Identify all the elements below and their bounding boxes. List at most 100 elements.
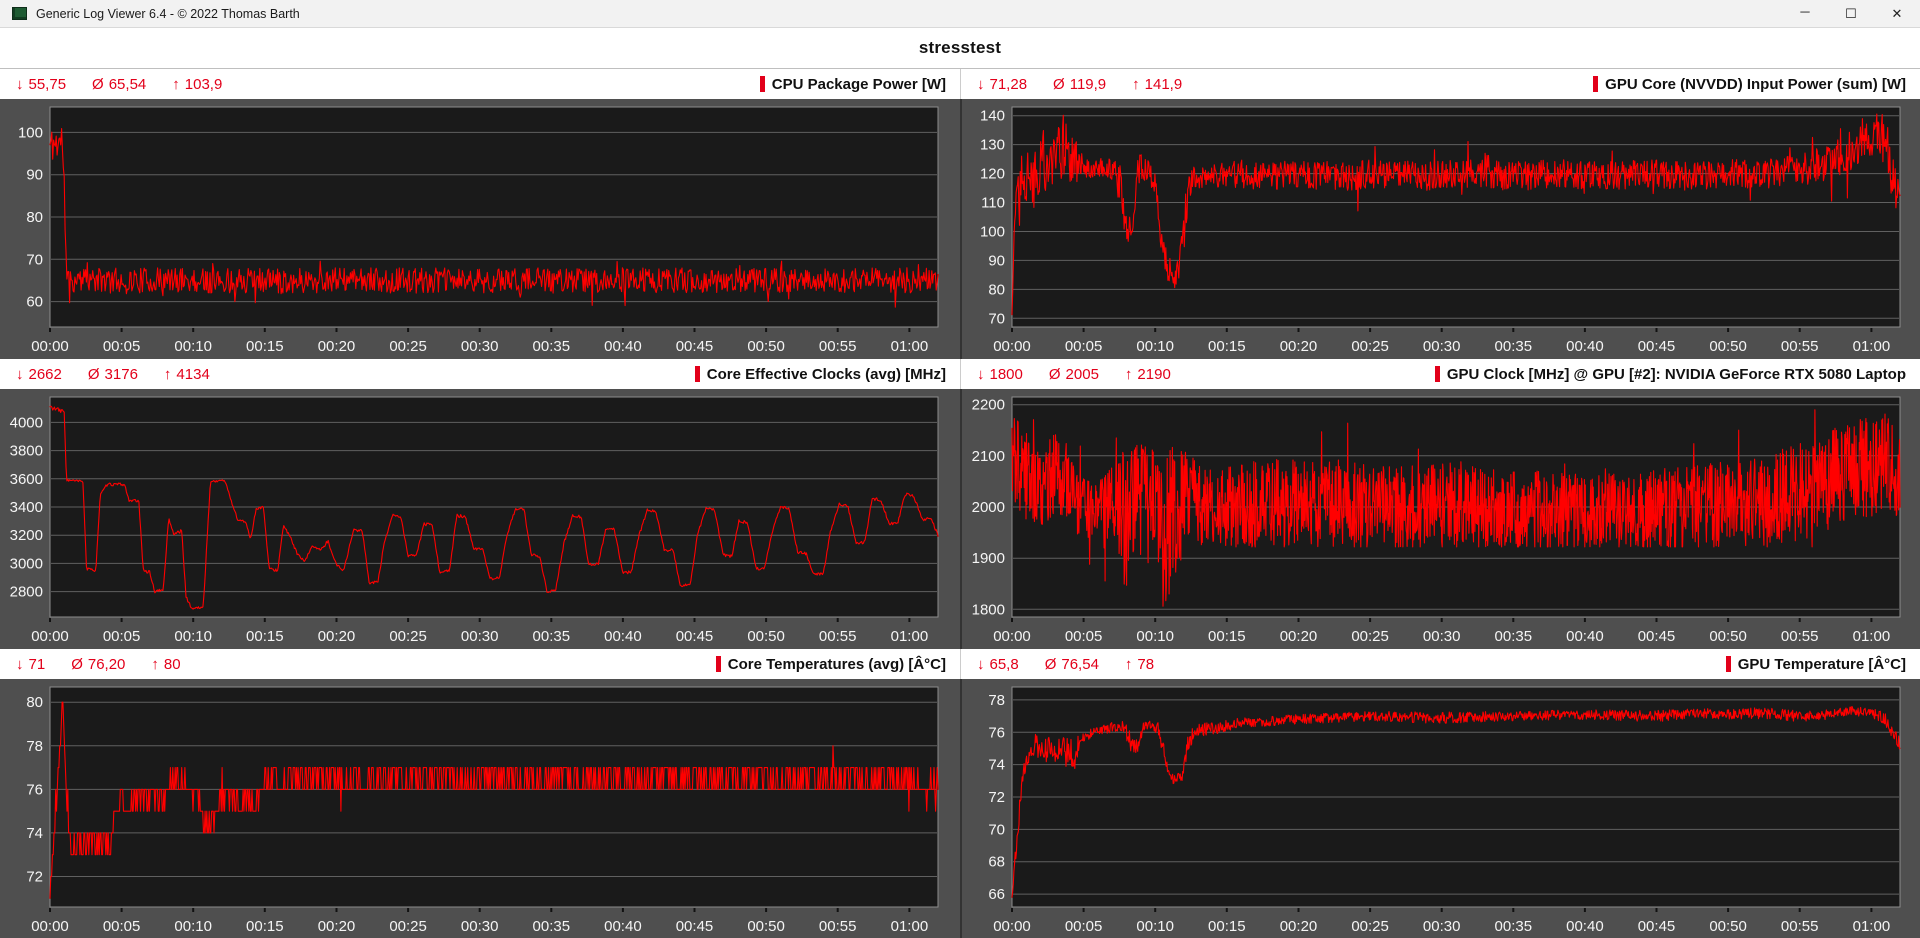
svg-text:00:35: 00:35 — [1495, 628, 1533, 645]
avg-sign-icon: Ø — [1053, 76, 1065, 93]
max-arrow-icon: ↑ — [1125, 366, 1133, 383]
title-bar[interactable]: Generic Log Viewer 6.4 - © 2022 Thomas B… — [0, 0, 1920, 28]
chart-plot-area[interactable]: 400038003600340032003000280000:0000:0500… — [0, 389, 960, 649]
min-arrow-icon: ↓ — [16, 366, 24, 383]
max-arrow-icon: ↑ — [1125, 656, 1133, 673]
svg-text:00:55: 00:55 — [819, 918, 857, 935]
svg-text:00:10: 00:10 — [174, 918, 212, 935]
svg-text:00:10: 00:10 — [1136, 338, 1174, 355]
svg-text:90: 90 — [988, 252, 1005, 269]
svg-text:00:30: 00:30 — [461, 628, 499, 645]
svg-text:01:00: 01:00 — [891, 338, 929, 355]
chart-panel-core-temperatures: ↓71 Ø76,20 ↑80 Core Temperatures (avg) [… — [0, 649, 960, 938]
chart-header: ↓55,75 Ø65,54 ↑103,9 CPU Package Power [… — [0, 69, 960, 99]
svg-text:01:00: 01:00 — [891, 918, 929, 935]
chart-plot-area[interactable]: 7876747270686600:0000:0500:1000:1500:200… — [960, 679, 1920, 938]
svg-text:00:50: 00:50 — [1709, 628, 1747, 645]
stat-min: ↓71 — [16, 656, 45, 673]
svg-text:80: 80 — [26, 694, 43, 711]
chart-title: Core Temperatures (avg) [Â°C] — [716, 656, 946, 673]
svg-text:00:25: 00:25 — [389, 338, 427, 355]
stat-max: ↑2190 — [1125, 366, 1171, 383]
svg-text:00:25: 00:25 — [1351, 338, 1389, 355]
svg-text:00:55: 00:55 — [1781, 918, 1819, 935]
svg-text:00:00: 00:00 — [993, 918, 1031, 935]
log-title-band: stresstest — [0, 28, 1920, 69]
stat-max: ↑141,9 — [1132, 76, 1182, 93]
svg-text:100: 100 — [980, 224, 1005, 241]
svg-text:76: 76 — [988, 724, 1005, 741]
svg-text:00:50: 00:50 — [1709, 338, 1747, 355]
svg-text:00:05: 00:05 — [1065, 628, 1103, 645]
svg-text:00:05: 00:05 — [1065, 338, 1103, 355]
stat-min: ↓55,75 — [16, 76, 66, 93]
stat-min: ↓1800 — [977, 366, 1023, 383]
close-button[interactable]: ✕ — [1874, 0, 1920, 27]
chart-panel-cpu-package-power: ↓55,75 Ø65,54 ↑103,9 CPU Package Power [… — [0, 69, 960, 359]
svg-text:110: 110 — [981, 195, 1005, 212]
chart-panel-gpu-core-input-power: ↓71,28 Ø119,9 ↑141,9 GPU Core (NVVDD) In… — [960, 69, 1920, 359]
svg-text:00:10: 00:10 — [174, 338, 212, 355]
series-color-marker-icon — [1435, 366, 1440, 382]
svg-text:00:10: 00:10 — [174, 628, 212, 645]
svg-text:01:00: 01:00 — [1853, 918, 1891, 935]
series-color-marker-icon — [1593, 76, 1598, 92]
chart-canvas[interactable]: 807876747200:0000:0500:1000:1500:2000:25… — [0, 679, 958, 938]
minimize-button[interactable]: ─ — [1782, 0, 1828, 27]
chart-stats: ↓2662 Ø3176 ↑4134 — [16, 366, 236, 383]
chart-stats: ↓71 Ø76,20 ↑80 — [16, 656, 207, 673]
svg-text:00:55: 00:55 — [819, 628, 857, 645]
svg-text:78: 78 — [26, 738, 43, 755]
chart-plot-area[interactable]: 14013012011010090807000:0000:0500:1000:1… — [960, 99, 1920, 359]
svg-text:00:15: 00:15 — [246, 338, 284, 355]
svg-text:00:00: 00:00 — [993, 628, 1031, 645]
svg-text:00:55: 00:55 — [1781, 338, 1819, 355]
series-color-marker-icon — [695, 366, 700, 382]
svg-text:78: 78 — [988, 692, 1005, 709]
svg-text:00:45: 00:45 — [676, 918, 714, 935]
stat-avg: Ø3176 — [88, 366, 138, 383]
stat-min: ↓2662 — [16, 366, 62, 383]
chart-plot-area[interactable]: 1009080706000:0000:0500:1000:1500:2000:2… — [0, 99, 960, 359]
chart-panel-gpu-clock: ↓1800 Ø2005 ↑2190 GPU Clock [MHz] @ GPU … — [960, 359, 1920, 649]
series-color-marker-icon — [716, 656, 721, 672]
chart-header: ↓2662 Ø3176 ↑4134 Core Effective Clocks … — [0, 359, 960, 389]
svg-text:1900: 1900 — [972, 550, 1005, 567]
chart-canvas[interactable]: 7876747270686600:0000:0500:1000:1500:200… — [962, 679, 1920, 938]
stat-min: ↓65,8 — [977, 656, 1019, 673]
avg-sign-icon: Ø — [92, 76, 104, 93]
chart-header: ↓71 Ø76,20 ↑80 Core Temperatures (avg) [… — [0, 649, 960, 679]
series-color-marker-icon — [1726, 656, 1731, 672]
stat-avg: Ø2005 — [1049, 366, 1099, 383]
max-arrow-icon: ↑ — [164, 366, 172, 383]
svg-text:00:50: 00:50 — [747, 628, 785, 645]
svg-text:00:35: 00:35 — [533, 338, 571, 355]
maximize-button[interactable]: ☐ — [1828, 0, 1874, 27]
svg-text:00:25: 00:25 — [389, 918, 427, 935]
svg-text:00:50: 00:50 — [747, 918, 785, 935]
chart-title: GPU Temperature [Â°C] — [1726, 656, 1906, 673]
chart-canvas[interactable]: 2200210020001900180000:0000:0500:1000:15… — [962, 389, 1920, 649]
svg-text:00:50: 00:50 — [747, 338, 785, 355]
svg-text:74: 74 — [26, 825, 43, 842]
svg-text:00:45: 00:45 — [676, 338, 714, 355]
svg-text:120: 120 — [980, 166, 1005, 183]
chart-canvas[interactable]: 1009080706000:0000:0500:1000:1500:2000:2… — [0, 99, 958, 359]
chart-canvas[interactable]: 14013012011010090807000:0000:0500:1000:1… — [962, 99, 1920, 359]
svg-text:00:05: 00:05 — [103, 628, 141, 645]
stat-avg: Ø76,20 — [71, 656, 125, 673]
chart-canvas[interactable]: 400038003600340032003000280000:0000:0500… — [0, 389, 958, 649]
chart-plot-area[interactable]: 807876747200:0000:0500:1000:1500:2000:25… — [0, 679, 960, 938]
svg-text:3200: 3200 — [10, 527, 43, 544]
svg-text:00:05: 00:05 — [103, 918, 141, 935]
svg-text:00:55: 00:55 — [819, 338, 857, 355]
svg-text:00:35: 00:35 — [533, 918, 571, 935]
svg-text:00:40: 00:40 — [604, 338, 642, 355]
svg-text:140: 140 — [980, 108, 1005, 125]
min-arrow-icon: ↓ — [977, 76, 985, 93]
chart-plot-area[interactable]: 2200210020001900180000:0000:0500:1000:15… — [960, 389, 1920, 649]
svg-text:3800: 3800 — [10, 443, 43, 460]
chart-title: GPU Clock [MHz] @ GPU [#2]: NVIDIA GeFor… — [1435, 366, 1906, 383]
min-arrow-icon: ↓ — [16, 76, 24, 93]
stat-avg: Ø119,9 — [1053, 76, 1106, 93]
